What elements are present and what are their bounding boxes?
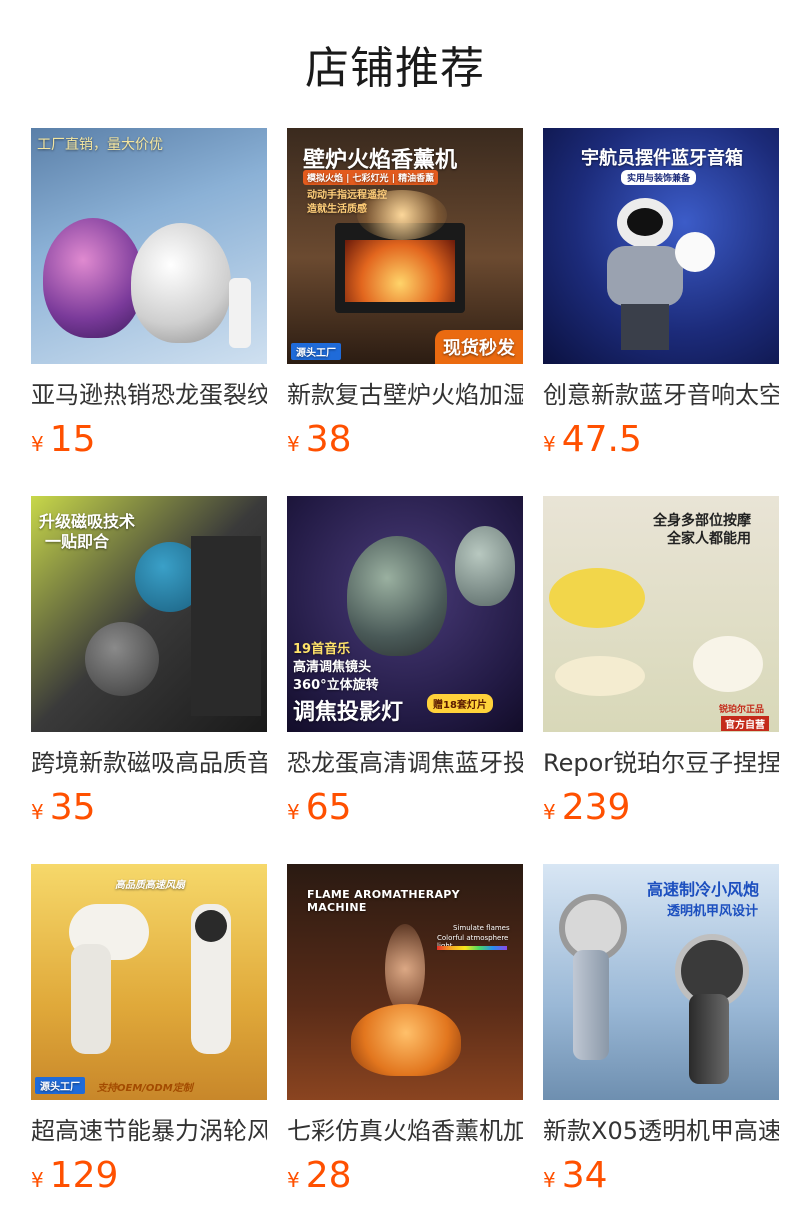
banner-text: 实用与装饰兼备 bbox=[621, 170, 697, 185]
product-name[interactable]: 超高速节能暴力涡轮风扇 bbox=[31, 1116, 267, 1146]
price-value: 47.5 bbox=[561, 419, 642, 460]
transparent-fan-image[interactable]: 高速制冷小风炮 透明机甲风设计 bbox=[543, 864, 779, 1100]
product-name[interactable]: 创意新款蓝牙音响太空人 bbox=[543, 380, 779, 410]
factory-badge: 源头工厂 bbox=[291, 343, 341, 360]
price-value: 65 bbox=[305, 787, 352, 828]
banner-text: 全家人都能用 bbox=[667, 531, 751, 547]
banner-text: FLAME AROMATHERAPY MACHINE bbox=[307, 888, 460, 914]
banner-text: 模拟火焰 | 七彩灯光 | 精油香薰 bbox=[303, 170, 439, 185]
product-name[interactable]: 跨境新款磁吸高品质音箱 bbox=[31, 748, 267, 778]
product-price: ¥47.5 bbox=[543, 420, 779, 466]
product-price: ¥34 bbox=[543, 1156, 779, 1202]
banner-text: Simulate flames bbox=[453, 924, 510, 932]
product-name[interactable]: 恐龙蛋高清调焦蓝牙投影灯 bbox=[287, 748, 523, 778]
banner-text: 透明机甲风设计 bbox=[667, 904, 759, 919]
banner-text: 全身多部位按摩 bbox=[653, 513, 751, 529]
banner-text: 支持OEM/ODM定制 bbox=[97, 1083, 193, 1094]
dino-egg-lamp-image[interactable]: 工厂直销，量大价优 bbox=[31, 128, 267, 364]
factory-badge: 源头工厂 bbox=[35, 1077, 85, 1094]
currency-symbol: ¥ bbox=[31, 432, 44, 456]
product-name[interactable]: 新款X05透明机甲高速风扇 bbox=[543, 1116, 779, 1146]
banner-text: 官方自营 bbox=[721, 716, 769, 731]
currency-symbol: ¥ bbox=[287, 432, 300, 456]
product-name[interactable]: 七彩仿真火焰香薰机加湿器 bbox=[287, 1116, 523, 1146]
product-price: ¥35 bbox=[31, 788, 267, 834]
currency-symbol: ¥ bbox=[31, 1168, 44, 1192]
currency-symbol: ¥ bbox=[543, 1168, 556, 1192]
banner-text: 高速制冷小风炮 bbox=[647, 880, 760, 899]
product-card[interactable]: 工厂直销，量大价优 亚马逊热销恐龙蛋裂纹星空投影灯 ¥15 bbox=[31, 128, 267, 466]
product-price: ¥28 bbox=[287, 1156, 523, 1202]
banner-text: 高清调焦镜头 bbox=[293, 660, 372, 675]
fireplace-humidifier-image[interactable]: 壁炉火焰香薰机 模拟火焰 | 七彩灯光 | 精油香薰 动动手指远程遥控 造就生活… bbox=[287, 128, 523, 364]
banner-text: 高品质高速风扇 bbox=[115, 880, 185, 891]
product-card[interactable]: FLAME AROMATHERAPY MACHINE Simulate flam… bbox=[287, 864, 523, 1202]
product-price: ¥38 bbox=[287, 420, 523, 466]
banner-text: 赠18套灯片 bbox=[427, 694, 493, 713]
turbo-fan-image[interactable]: 高品质高速风扇 源头工厂 支持OEM/ODM定制 bbox=[31, 864, 267, 1100]
banner-text: 宇航员摆件蓝牙音箱 bbox=[581, 148, 743, 169]
banner-text: 一贴即合 bbox=[45, 532, 110, 551]
currency-symbol: ¥ bbox=[287, 1168, 300, 1192]
flame-aroma-image[interactable]: FLAME AROMATHERAPY MACHINE Simulate flam… bbox=[287, 864, 523, 1100]
product-price: ¥129 bbox=[31, 1156, 267, 1202]
product-price: ¥239 bbox=[543, 788, 779, 834]
currency-symbol: ¥ bbox=[543, 432, 556, 456]
banner-text: 工厂直销，量大价优 bbox=[37, 137, 163, 153]
currency-symbol: ¥ bbox=[31, 800, 44, 824]
spot-badge: 现货秒发 bbox=[435, 330, 523, 364]
price-value: 239 bbox=[561, 787, 631, 828]
product-card[interactable]: 壁炉火焰香薰机 模拟火焰 | 七彩灯光 | 精油香薰 动动手指远程遥控 造就生活… bbox=[287, 128, 523, 466]
product-price: ¥65 bbox=[287, 788, 523, 834]
price-value: 38 bbox=[305, 419, 352, 460]
banner-text: 360°立体旋转 bbox=[293, 678, 379, 693]
banner-text: 锐珀尔正品 bbox=[719, 705, 765, 715]
price-value: 34 bbox=[561, 1155, 608, 1196]
magnetic-speaker-image[interactable]: 升级磁吸技术 一贴即合 bbox=[31, 496, 267, 732]
product-price: ¥15 bbox=[31, 420, 267, 466]
currency-symbol: ¥ bbox=[543, 800, 556, 824]
price-value: 28 bbox=[305, 1155, 352, 1196]
dino-egg-projector-image[interactable]: 19首音乐 高清调焦镜头 360°立体旋转 调焦投影灯 赠18套灯片 bbox=[287, 496, 523, 732]
price-value: 35 bbox=[49, 787, 96, 828]
product-name[interactable]: 新款复古壁炉火焰加湿器 bbox=[287, 380, 523, 410]
product-card[interactable]: 全身多部位按摩 全家人都能用 锐珀尔正品 官方自营 Repor锐珀尔豆子捏捏按摩… bbox=[543, 496, 779, 834]
astronaut-speaker-image[interactable]: 宇航员摆件蓝牙音箱 实用与装饰兼备 bbox=[543, 128, 779, 364]
product-name[interactable]: 亚马逊热销恐龙蛋裂纹星空投影灯 bbox=[31, 380, 267, 410]
banner-text: 调焦投影灯 bbox=[293, 700, 404, 725]
banner-text: 19首音乐 bbox=[293, 642, 351, 657]
price-value: 15 bbox=[49, 419, 96, 460]
bean-massager-image[interactable]: 全身多部位按摩 全家人都能用 锐珀尔正品 官方自营 bbox=[543, 496, 779, 732]
product-card[interactable]: 宇航员摆件蓝牙音箱 实用与装饰兼备 创意新款蓝牙音响太空人 ¥47.5 bbox=[543, 128, 779, 466]
page-title: 店铺推荐 bbox=[305, 43, 485, 94]
product-card[interactable]: 升级磁吸技术 一贴即合 跨境新款磁吸高品质音箱 ¥35 bbox=[31, 496, 267, 834]
price-value: 129 bbox=[49, 1155, 119, 1196]
product-name[interactable]: Repor锐珀尔豆子捏捏按摩 bbox=[543, 748, 779, 778]
currency-symbol: ¥ bbox=[287, 800, 300, 824]
product-card[interactable]: 19首音乐 高清调焦镜头 360°立体旋转 调焦投影灯 赠18套灯片 恐龙蛋高清… bbox=[287, 496, 523, 834]
product-card[interactable]: 高速制冷小风炮 透明机甲风设计 新款X05透明机甲高速风扇 ¥34 bbox=[543, 864, 779, 1202]
product-card[interactable]: 高品质高速风扇 源头工厂 支持OEM/ODM定制 超高速节能暴力涡轮风扇 ¥12… bbox=[31, 864, 267, 1202]
